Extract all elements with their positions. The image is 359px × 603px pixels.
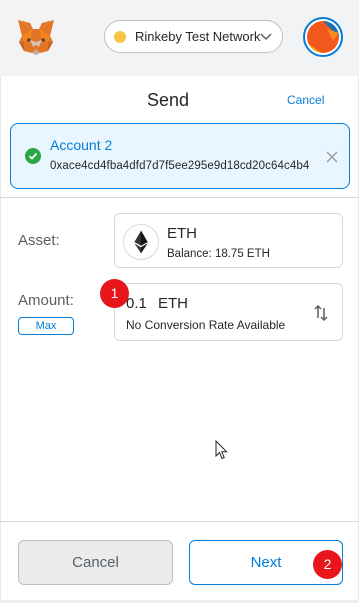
close-icon[interactable] xyxy=(325,150,339,164)
asset-selector[interactable]: ETH Balance: 18.75 ETH xyxy=(114,213,343,268)
amount-unit: ETH xyxy=(158,295,188,312)
network-status-dot xyxy=(114,30,126,43)
asset-balance: Balance: 18.75 ETH xyxy=(167,248,270,260)
section-divider xyxy=(0,197,359,198)
page-title: Send xyxy=(146,90,190,110)
mouse-cursor-icon xyxy=(215,440,228,460)
cancel-link[interactable]: Cancel xyxy=(287,93,324,107)
swap-arrows-icon[interactable] xyxy=(313,303,329,323)
cancel-button[interactable]: Cancel xyxy=(18,540,173,585)
check-circle-icon xyxy=(25,148,41,164)
metamask-fox-icon[interactable] xyxy=(16,18,56,56)
account-address: 0xace4cd4fba4dfd7d7f5ee295e9d18cd20c64c4… xyxy=(50,160,310,172)
network-label: Rinkeby Test Network xyxy=(135,29,261,44)
conversion-rate-text: No Conversion Rate Available xyxy=(126,318,286,332)
amount-label: Amount: xyxy=(18,292,74,309)
network-selector[interactable]: Rinkeby Test Network xyxy=(104,20,283,53)
ethereum-icon xyxy=(123,224,159,260)
asset-symbol: ETH xyxy=(167,225,197,242)
amount-input[interactable]: 0.1 ETH No Conversion Rate Available xyxy=(114,283,343,341)
selected-account-card[interactable]: Account 2 0xace4cd4fba4dfd7d7f5ee295e9d1… xyxy=(10,123,350,189)
chevron-down-icon xyxy=(260,33,272,41)
asset-label: Asset: xyxy=(18,232,60,249)
footer-divider xyxy=(0,521,359,522)
identicon-icon xyxy=(307,21,339,53)
account-name: Account 2 xyxy=(50,137,113,153)
annotation-badge-1: 1 xyxy=(100,279,129,308)
account-avatar[interactable] xyxy=(303,17,343,57)
amount-value[interactable]: 0.1 xyxy=(126,295,147,312)
annotation-badge-2: 2 xyxy=(313,550,342,579)
max-button[interactable]: Max xyxy=(18,317,74,335)
app-header: Rinkeby Test Network xyxy=(0,0,359,76)
